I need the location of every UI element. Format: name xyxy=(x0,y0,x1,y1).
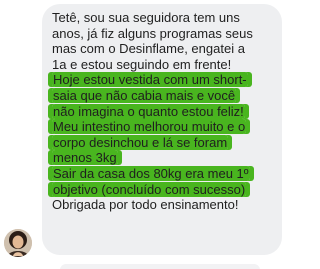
highlighted-line: não imagina o quanto estou feliz! xyxy=(52,103,245,119)
highlighted-line: saia que não cabia mais e você xyxy=(52,87,237,103)
message-line: mas com o Desinflame, engatei a xyxy=(52,41,245,57)
highlighted-line: menos 3kg xyxy=(52,150,118,166)
highlighted-line: objetivo (concluído com sucesso) xyxy=(52,181,247,197)
highlighted-line: Sair da casa dos 80kg era meu 1º xyxy=(52,165,250,181)
highlighted-line: Meu intestino melhorou muito e o xyxy=(52,119,247,135)
message-text: Tetê, sou sua seguidora tem uns anos, já… xyxy=(52,10,292,213)
avatar-photo-icon xyxy=(4,229,32,257)
message-line: 1a e estou seguindo em frente! xyxy=(52,56,232,72)
message-line: anos, já fiz alguns programas seus xyxy=(52,25,253,41)
chat-screen: Tetê, sou sua seguidora tem uns anos, já… xyxy=(0,0,300,269)
message-line: Tetê, sou sua seguidora tem uns xyxy=(52,10,240,25)
next-message-bubble xyxy=(60,264,260,269)
highlighted-line: Hoje estou vestida com um short- xyxy=(52,72,248,88)
highlighted-line: corpo desinchou e lá se foram xyxy=(52,134,229,150)
sender-avatar-icon[interactable] xyxy=(4,229,32,257)
message-line: Obrigada por todo ensinamento! xyxy=(52,197,239,213)
